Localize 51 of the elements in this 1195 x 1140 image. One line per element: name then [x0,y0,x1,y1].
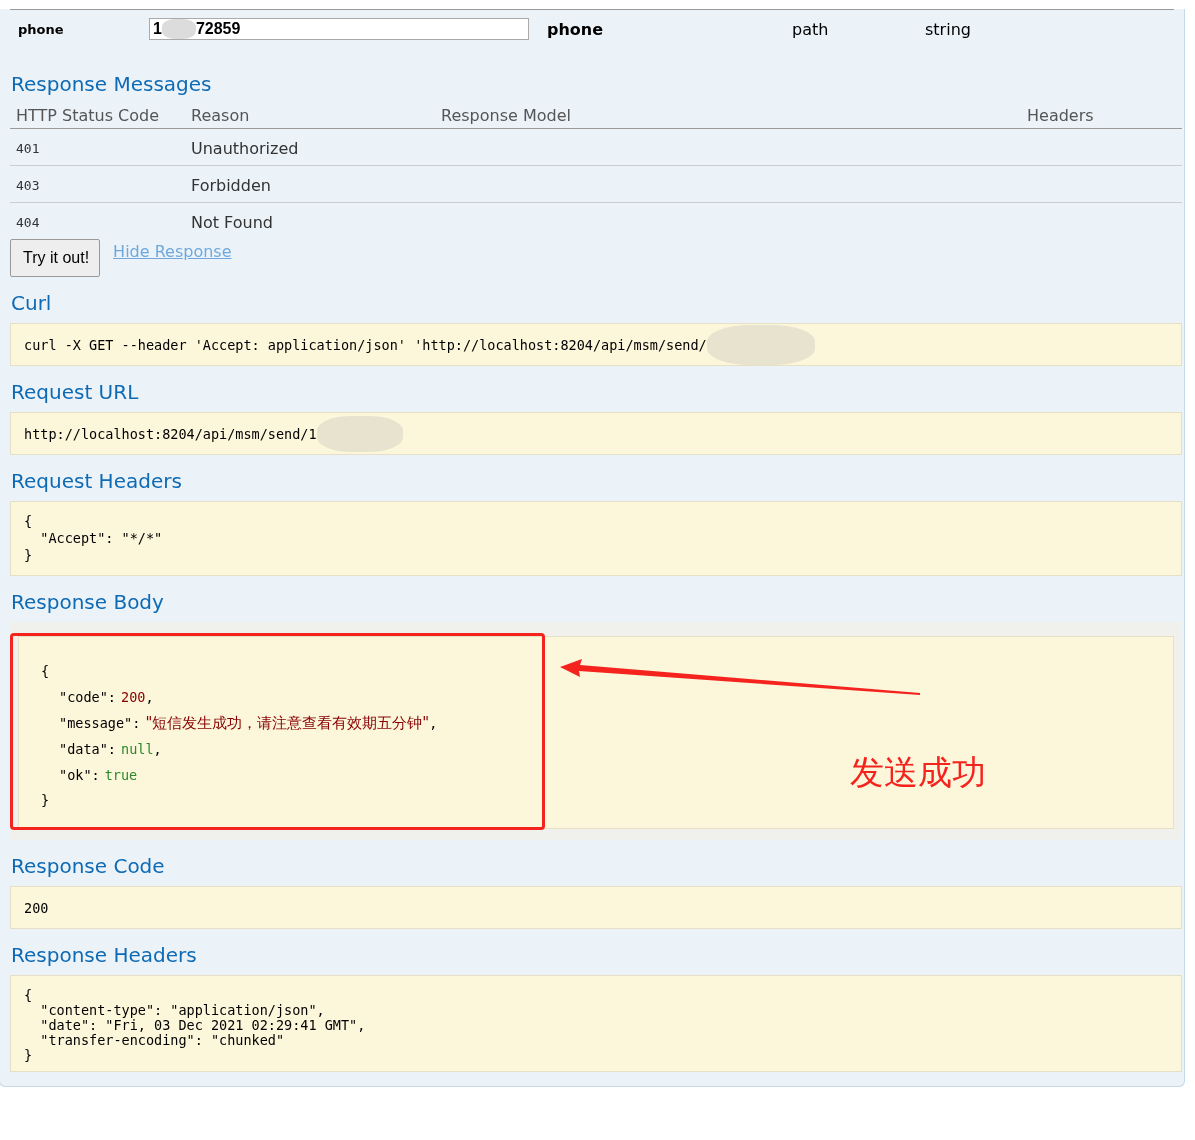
try-it-out-button[interactable]: Try it out! [10,239,101,277]
code-line: } [41,791,50,810]
json-value: 200 [121,689,146,705]
input-field[interactable]: 1 72859 [149,18,529,40]
parameter-name: phone [18,21,65,37]
comma: , [145,689,154,705]
column-header: HTTP Status Code [10,104,185,129]
table-cell: Not Found [185,202,435,239]
section-heading: Request Headers [10,468,183,495]
code-line: } [24,1048,34,1063]
code-line: "transfer-encoding": "chunked" [39,1033,286,1048]
table-cell: Unauthorized [185,128,435,166]
code-line: "content-type": "application/json", [39,1003,326,1018]
comma: , [153,741,162,757]
json-key: "code": [59,689,116,705]
section-heading: Response Code [10,853,166,880]
annotation-text: 发送成功 [850,751,986,794]
table-cell: 404 [10,202,185,239]
data-type: string [925,19,971,39]
parameter-type: path [792,19,830,39]
response-code: 200 [24,899,49,916]
table-cell: 401 [10,128,185,166]
table-cell: 403 [10,165,185,203]
section-heading: Response Messages [10,71,213,98]
json-key: "ok": [59,767,100,783]
json-value: true [104,767,138,783]
field-value: 72859 [195,20,241,38]
json-value: "短信发生成功，请注意查看有效期五分钟" [145,714,430,732]
field-value: 1 [153,20,162,38]
table-cell: Forbidden [185,165,435,203]
section-heading: Response Headers [10,942,198,969]
json-key: "message": [59,715,141,731]
code-line: { [24,988,34,1003]
curl-command: curl -X GET --header 'Accept: application/json' 'http://localhost:8204/api/msm/send/ [24,336,707,353]
section-heading: Request URL [10,379,140,406]
parameter-description: phone [547,19,605,39]
section-heading: Curl [10,290,53,317]
column-header: Response Model [435,104,1021,129]
json-key: "data": [59,741,116,757]
comma: , [429,715,438,731]
section-heading: Response Body [10,589,165,616]
blur-patch [161,19,196,39]
json-value: null [121,741,154,757]
code-line: "Accept": "*/*" [39,529,164,548]
request-url: http://localhost:8204/api/msm/send/1 [24,425,317,442]
code-line: } [24,548,34,563]
column-header: Headers [1021,104,1182,129]
code-line: "date": "Fri, 03 Dec 2021 02:29:41 GMT", [39,1018,367,1033]
code-line: { [41,662,50,681]
column-header: Reason [185,104,435,129]
code-line: { [24,514,34,529]
